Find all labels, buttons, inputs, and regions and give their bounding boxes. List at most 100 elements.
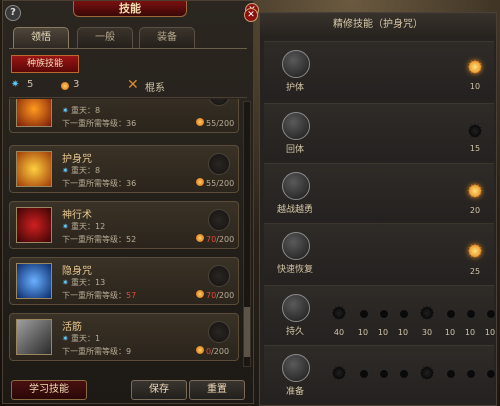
- next-level-requirement: 下一重所需等级：36: [62, 119, 137, 128]
- race-skills-tab[interactable]: 种族技能: [11, 55, 79, 73]
- skill-name: 神行术: [62, 210, 92, 221]
- tab-general[interactable]: 一般: [77, 27, 133, 48]
- skill-slot[interactable]: [208, 265, 230, 287]
- refine-star-icon[interactable]: ✹: [464, 120, 486, 142]
- orange-gem-icon: [196, 234, 204, 242]
- refine-star-icon[interactable]: ✹: [328, 362, 350, 384]
- refine-node-icon[interactable]: [484, 307, 496, 319]
- close-icon[interactable]: ✕: [244, 8, 258, 22]
- refine-skill-name: 持久: [285, 327, 304, 337]
- refine-skill-icon[interactable]: [282, 172, 310, 200]
- skill-name: 隐身咒: [62, 266, 92, 277]
- blue-star-icon: ✷: [62, 166, 69, 175]
- orange-points: 3: [73, 79, 80, 90]
- next-level-requirement: 下一重所需等级：52: [62, 235, 137, 244]
- refine-row: 回体 ✹ 15: [264, 103, 494, 161]
- refine-node-icon[interactable]: [377, 367, 389, 379]
- refine-value: 10: [469, 82, 481, 91]
- refine-skill-name: 护体: [285, 83, 304, 93]
- tab-comprehend[interactable]: 领悟: [13, 27, 69, 48]
- skill-card[interactable]: ✷ 重天：8 下一重所需等级：36 55/200: [9, 99, 239, 133]
- refine-skill-icon[interactable]: [282, 112, 310, 140]
- weapon-type: 棍系: [145, 83, 165, 94]
- refine-row: 准备 ✹ ✹: [264, 345, 496, 403]
- window-title: 技能: [73, 1, 187, 17]
- skill-slot[interactable]: [208, 209, 230, 231]
- refine-row: 快速恢复 ✹ 25: [264, 223, 494, 281]
- skill-points: 55/200: [196, 178, 234, 188]
- refine-skill-icon[interactable]: [282, 232, 310, 260]
- skill-level: ✷ 重天：13: [62, 278, 106, 287]
- skill-slot[interactable]: [208, 153, 230, 175]
- blue-star-icon: ✷: [62, 222, 69, 231]
- panel-title: 精修技能（护身咒）: [260, 13, 496, 37]
- orange-gem-icon: [196, 178, 204, 186]
- refine-node-icon[interactable]: [444, 307, 456, 319]
- refine-row: 持久 ✹ ✹ 40 10 10 10 30 10 10 10: [264, 285, 496, 343]
- refine-star-icon[interactable]: ✹: [416, 302, 438, 324]
- refine-value: 10: [484, 328, 496, 337]
- refine-skill-name: 回体: [285, 145, 304, 155]
- refine-value: 20: [469, 206, 481, 215]
- save-button[interactable]: 保存: [131, 380, 187, 400]
- refine-skill-icon[interactable]: [282, 354, 310, 382]
- refine-node-icon[interactable]: [397, 307, 409, 319]
- orange-gem-icon: [61, 82, 69, 90]
- blue-star-icon: ✷: [11, 79, 20, 90]
- blue-star-icon: ✷: [62, 106, 69, 115]
- refine-skill-name: 越战越勇: [276, 205, 313, 215]
- skill-level: ✷ 重天：8: [62, 166, 101, 175]
- refine-skill-name: 快速恢复: [276, 265, 313, 275]
- next-level-requirement: 下一重所需等级：36: [62, 179, 137, 188]
- skill-slot[interactable]: [208, 321, 230, 343]
- divider: [9, 97, 247, 98]
- orange-gem-icon: [196, 346, 204, 354]
- refine-node-icon[interactable]: [444, 367, 456, 379]
- blue-points: 5: [27, 79, 34, 90]
- fire-skill-icon: [16, 99, 52, 127]
- refine-skill-icon[interactable]: [282, 50, 310, 78]
- refine-node-icon[interactable]: [377, 307, 389, 319]
- refine-skill-name: 准备: [285, 387, 304, 397]
- reset-button[interactable]: 重置: [189, 380, 245, 400]
- skill-card[interactable]: 活筋 ✷ 重天：1 下一重所需等级：9 0/200: [9, 313, 239, 361]
- scrollbar[interactable]: [243, 101, 251, 367]
- tab-equipment[interactable]: 装备: [139, 27, 195, 48]
- skill-card[interactable]: 护身咒 ✷ 重天：8 下一重所需等级：36 55/200: [9, 145, 239, 193]
- orange-gem-icon: [196, 118, 204, 126]
- divider: [9, 48, 247, 49]
- refine-value: 25: [469, 267, 481, 276]
- skill-card[interactable]: 神行术 ✷ 重天：12 下一重所需等级：52 70/200: [9, 201, 239, 249]
- skill-card[interactable]: 隐身咒 ✷ 重天：13 下一重所需等级：57 70/200: [9, 257, 239, 305]
- refine-star-icon[interactable]: ✹: [416, 362, 438, 384]
- skills-window: ? 技能 ✕ 领悟 一般 装备 种族技能 ✷ 5 3 ✕ 棍系 ✷重天：8 下一…: [2, 0, 259, 404]
- next-level-requirement: 下一重所需等级：57: [62, 291, 137, 300]
- refine-star-icon[interactable]: ✹: [464, 180, 486, 202]
- refine-node-icon[interactable]: [464, 367, 476, 379]
- skill-points: 70/200: [196, 234, 234, 244]
- refine-node-icon[interactable]: [357, 307, 369, 319]
- skill-level: ✷ 重天：1: [62, 334, 101, 343]
- refine-star-icon[interactable]: ✹: [464, 240, 486, 262]
- refine-node-icon[interactable]: [464, 307, 476, 319]
- refine-node-icon[interactable]: [357, 367, 369, 379]
- next-level-requirement: 下一重所需等级：9: [62, 347, 132, 356]
- stealth-spell-icon: [16, 263, 52, 299]
- refine-value: 30: [421, 328, 433, 337]
- skill-slot[interactable]: [208, 99, 230, 106]
- refine-node-icon[interactable]: [484, 367, 496, 379]
- refine-skill-icon[interactable]: [282, 294, 310, 322]
- learn-skill-button[interactable]: 学习技能: [11, 380, 87, 400]
- refine-node-icon[interactable]: [397, 367, 409, 379]
- skill-points: 55/200: [196, 118, 234, 128]
- scrollbar-thumb[interactable]: [244, 307, 250, 357]
- skill-name: 护身咒: [62, 154, 92, 165]
- refine-star-icon[interactable]: ✹: [464, 56, 486, 78]
- tendon-skill-icon: [16, 319, 52, 355]
- refine-star-icon[interactable]: ✹: [328, 302, 350, 324]
- crossed-staff-icon: ✕: [127, 77, 139, 93]
- orange-gem-icon: [196, 290, 204, 298]
- refine-value: 10: [397, 328, 409, 337]
- skill-list: ✷ 重天：8 下一重所需等级：36 55/200 护身咒 ✷ 重天：8 下一重所需等…: [9, 99, 241, 367]
- help-button[interactable]: ?: [5, 5, 21, 21]
